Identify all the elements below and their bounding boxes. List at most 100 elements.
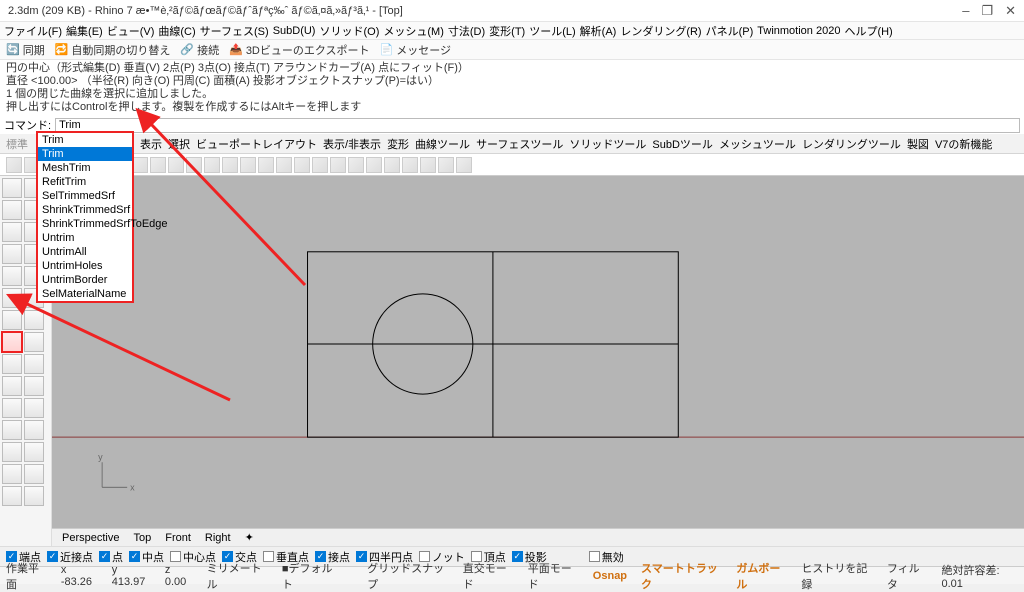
menu-item[interactable]: Twinmotion 2020 xyxy=(757,25,840,37)
viewport-tab[interactable]: ✦ xyxy=(245,531,254,544)
menu-item[interactable]: メッシュ(M) xyxy=(383,23,444,39)
ortho-toggle[interactable]: 直交モード xyxy=(463,560,514,592)
tool-icon[interactable] xyxy=(24,376,44,396)
tool-icon[interactable] xyxy=(2,266,22,286)
tool-icon[interactable] xyxy=(204,157,220,173)
tab[interactable]: 変形 xyxy=(387,136,409,152)
autocomplete-item[interactable]: Trim xyxy=(38,133,132,147)
tool-icon[interactable] xyxy=(24,464,44,484)
tool-icon[interactable] xyxy=(402,157,418,173)
tool-icon[interactable] xyxy=(24,442,44,462)
gumball-toggle[interactable]: ガムボール xyxy=(736,560,787,592)
tool-icon[interactable] xyxy=(2,288,22,308)
tool-icon[interactable] xyxy=(420,157,436,173)
tool-icon[interactable] xyxy=(24,332,44,352)
message-button[interactable]: 📄 メッセージ xyxy=(380,42,451,58)
tab[interactable]: 表示/非表示 xyxy=(323,136,381,152)
menu-item[interactable]: 変形(T) xyxy=(489,23,525,39)
tool-icon[interactable] xyxy=(2,354,22,374)
menu-item[interactable]: ツール(L) xyxy=(529,23,575,39)
tool-icon[interactable] xyxy=(2,376,22,396)
tab[interactable]: 標準 xyxy=(6,136,28,152)
menu-item[interactable]: ヘルプ(H) xyxy=(844,23,892,39)
tool-icon[interactable] xyxy=(132,157,148,173)
tool-icon[interactable] xyxy=(330,157,346,173)
viewport-canvas[interactable]: y x xyxy=(52,176,1024,528)
osnap-item[interactable]: ✓中点 xyxy=(129,549,164,565)
autocomplete-item[interactable]: UntrimBorder xyxy=(38,273,132,287)
tool-icon[interactable] xyxy=(366,157,382,173)
tool-icon[interactable] xyxy=(312,157,328,173)
viewport-tab[interactable]: Top xyxy=(133,532,151,544)
viewport-tab[interactable]: Right xyxy=(205,532,231,544)
tab[interactable]: 表示 xyxy=(140,136,162,152)
menu-item[interactable]: 編集(E) xyxy=(66,23,103,39)
tool-icon[interactable] xyxy=(168,157,184,173)
tool-icon[interactable] xyxy=(294,157,310,173)
tool-icon[interactable] xyxy=(276,157,292,173)
tab[interactable]: ビューポートレイアウト xyxy=(196,136,317,152)
autocomplete-item-selected[interactable]: Trim xyxy=(38,147,132,161)
command-input[interactable] xyxy=(55,118,1020,133)
tool-icon[interactable] xyxy=(2,464,22,484)
tool-icon[interactable] xyxy=(2,442,22,462)
menu-item[interactable]: 寸法(D) xyxy=(448,23,485,39)
tool-icon[interactable] xyxy=(2,200,22,220)
tool-icon[interactable] xyxy=(2,178,22,198)
menu-item[interactable]: 曲線(C) xyxy=(158,23,195,39)
minimize-button[interactable]: – xyxy=(962,3,969,19)
tool-icon[interactable] xyxy=(222,157,238,173)
menu-item[interactable]: レンダリング(R) xyxy=(620,23,701,39)
menu-item[interactable]: ビュー(V) xyxy=(107,23,155,39)
autocomplete-item[interactable]: ShrinkTrimmedSrf xyxy=(38,203,132,217)
tool-icon[interactable] xyxy=(2,486,22,506)
menu-item[interactable]: サーフェス(S) xyxy=(200,23,269,39)
tool-icon[interactable] xyxy=(438,157,454,173)
smarttrack-toggle[interactable]: スマートトラック xyxy=(641,560,722,592)
tool-icon[interactable] xyxy=(150,157,166,173)
osnap-item[interactable]: ✓点 xyxy=(99,549,123,565)
viewport-tab[interactable]: Front xyxy=(165,532,191,544)
tab[interactable]: サーフェスツール xyxy=(476,136,563,152)
autocomplete-item[interactable]: MeshTrim xyxy=(38,161,132,175)
sync-button[interactable]: 🔄 同期 xyxy=(6,42,45,58)
menu-item[interactable]: ソリッド(O) xyxy=(319,23,379,39)
tool-icon[interactable] xyxy=(24,486,44,506)
tool-icon[interactable] xyxy=(186,157,202,173)
tool-icon[interactable] xyxy=(348,157,364,173)
menu-item[interactable]: 解析(A) xyxy=(580,23,617,39)
tool-icon[interactable] xyxy=(24,354,44,374)
tool-icon[interactable] xyxy=(384,157,400,173)
osnap-item[interactable]: ✓近接点 xyxy=(47,549,93,565)
tool-icon[interactable] xyxy=(24,310,44,330)
tool-icon[interactable] xyxy=(6,157,22,173)
tool-icon[interactable] xyxy=(2,420,22,440)
tool-icon[interactable] xyxy=(2,398,22,418)
viewport-tab[interactable]: Perspective xyxy=(62,532,119,544)
history-toggle[interactable]: ヒストリを記録 xyxy=(801,560,872,592)
tab[interactable]: 曲線ツール xyxy=(415,136,470,152)
tool-icon[interactable] xyxy=(240,157,256,173)
layer-status[interactable]: ■デフォルト xyxy=(282,560,339,592)
tab[interactable]: V7の新機能 xyxy=(935,136,992,152)
trim-tool-icon[interactable] xyxy=(2,332,22,352)
tab[interactable]: 製図 xyxy=(907,136,929,152)
autocomplete-item[interactable]: Untrim xyxy=(38,231,132,245)
tool-icon[interactable] xyxy=(2,222,22,242)
menu-item[interactable]: ファイル(F) xyxy=(4,23,62,39)
tool-icon[interactable] xyxy=(24,398,44,418)
autocomplete-item[interactable]: UntrimHoles xyxy=(38,259,132,273)
autocomplete-item[interactable]: SelMaterialName xyxy=(38,287,132,301)
autocomplete-item[interactable]: UntrimAll xyxy=(38,245,132,259)
autocomplete-item[interactable]: ShrinkTrimmedSrfToEdge xyxy=(38,217,132,231)
autocomplete-item[interactable]: SelTrimmedSrf xyxy=(38,189,132,203)
close-button[interactable]: ✕ xyxy=(1005,3,1016,19)
gridsnap-toggle[interactable]: グリッドスナップ xyxy=(367,560,449,592)
tool-icon[interactable] xyxy=(2,310,22,330)
autosync-button[interactable]: 🔁 自動同期の切り替え xyxy=(55,42,171,58)
tab[interactable]: SubDツール xyxy=(652,136,713,152)
menu-item[interactable]: SubD(U) xyxy=(273,25,316,37)
tab[interactable]: ソリッドツール xyxy=(569,136,646,152)
tab[interactable]: 選択 xyxy=(168,136,190,152)
tab[interactable]: レンダリングツール xyxy=(802,136,901,152)
